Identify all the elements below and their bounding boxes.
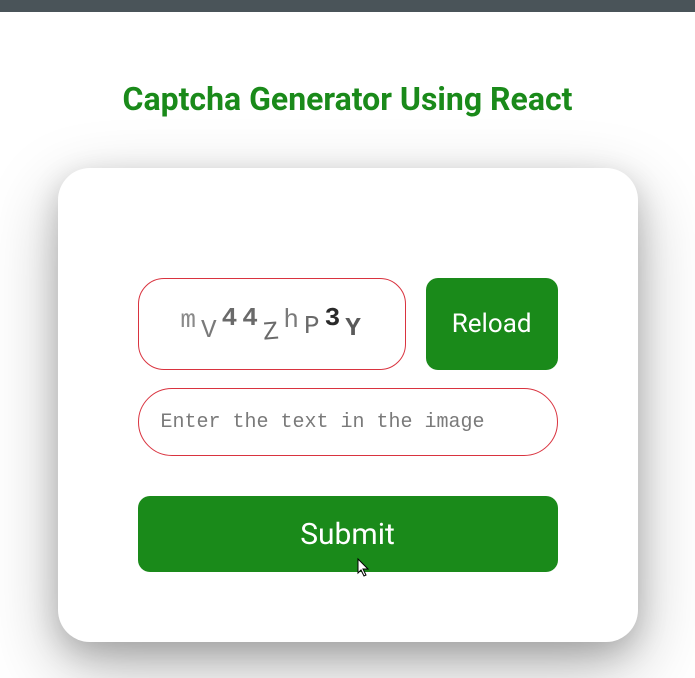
captcha-char: h <box>283 305 301 335</box>
captcha-char: Z <box>262 316 282 347</box>
captcha-char: 4 <box>222 303 240 333</box>
captcha-char: m <box>180 305 198 335</box>
page-title: Captcha Generator Using React <box>0 80 695 118</box>
captcha-char: V <box>201 315 219 345</box>
captcha-text: mV44ZhP3Y <box>180 309 362 339</box>
submit-button[interactable]: Submit <box>138 496 558 572</box>
captcha-row: mV44ZhP3Y Reload <box>138 278 558 370</box>
captcha-card: mV44ZhP3Y Reload Submit <box>58 168 638 642</box>
captcha-display: mV44ZhP3Y <box>138 278 406 370</box>
captcha-char: 3 <box>325 303 343 333</box>
captcha-char: 4 <box>242 303 260 333</box>
top-bar <box>0 0 695 12</box>
captcha-char: Y <box>345 313 363 343</box>
captcha-input[interactable] <box>138 388 558 456</box>
captcha-char: P <box>304 311 322 341</box>
reload-button[interactable]: Reload <box>426 278 558 370</box>
